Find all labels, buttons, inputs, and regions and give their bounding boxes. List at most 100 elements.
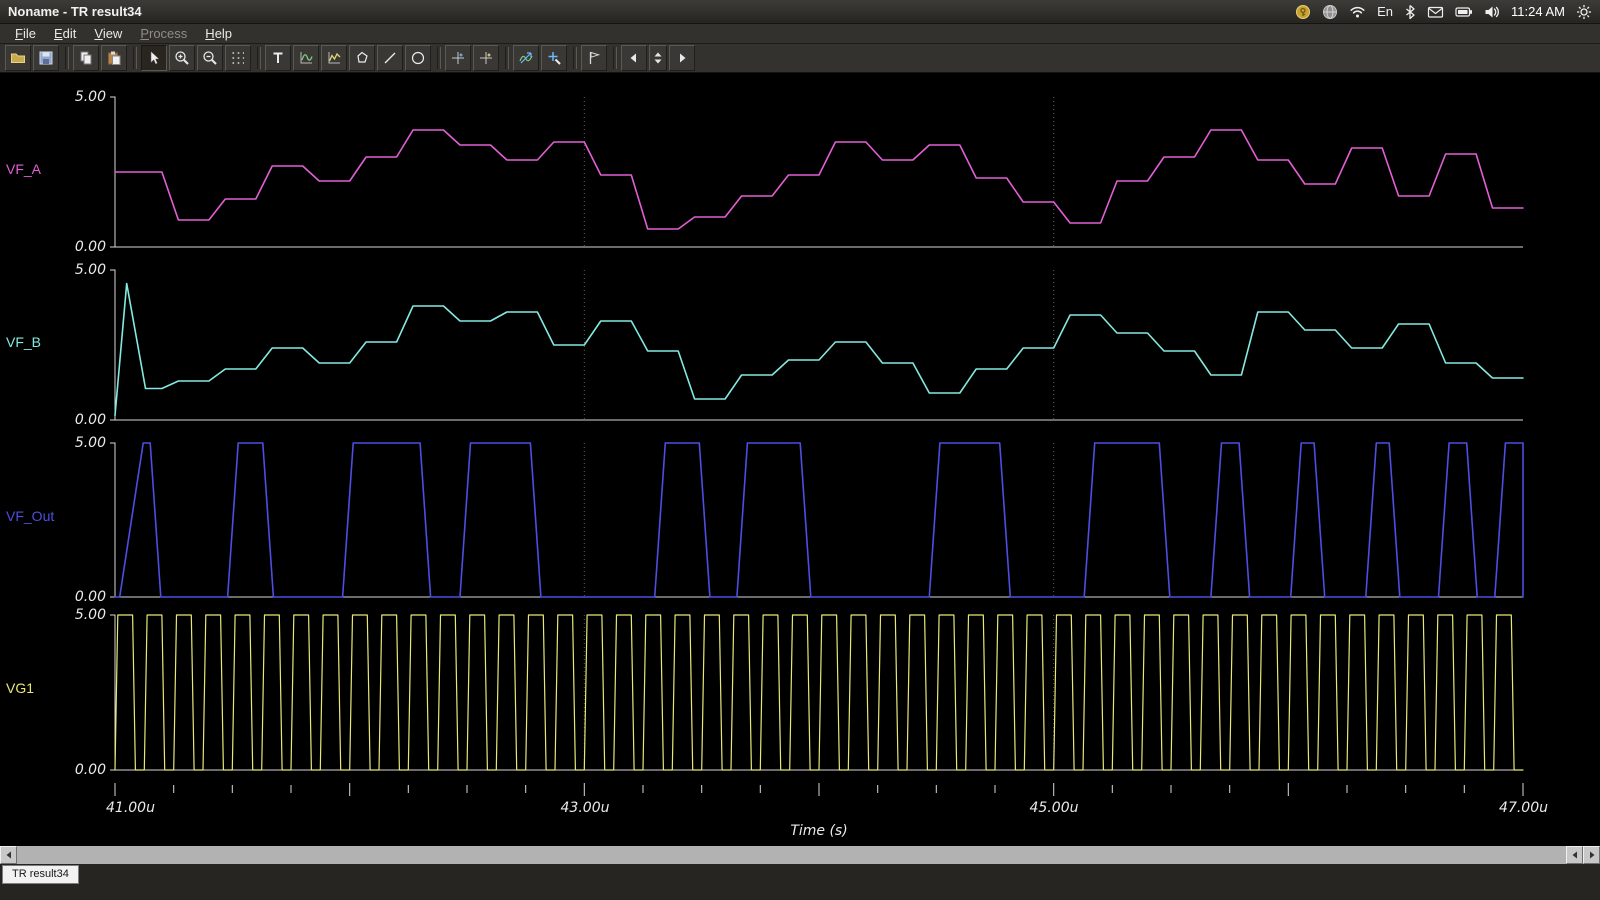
window-title: Noname - TR result34 [8,4,142,19]
scroll-left-button-2[interactable] [1566,846,1583,864]
zoom-out-icon [202,50,218,66]
x-tick-label: 41.00u [106,800,155,816]
result-tab-bar: TR result34 [0,864,1600,900]
y-tick-label: 0.00 [0,239,106,255]
toolbar-separator [505,47,509,69]
grid-button[interactable] [225,45,251,71]
menu-view[interactable]: View [85,26,131,41]
green-curve-icon [298,50,314,66]
cursor-select-button[interactable] [141,45,167,71]
axes-tool-blue-button[interactable] [445,45,471,71]
line-tool-button[interactable] [377,45,403,71]
zoom-in-button[interactable] [169,45,195,71]
axes-cross-blue-icon [450,50,466,66]
menu-help[interactable]: Help [196,26,241,41]
waveform-canvas[interactable] [0,73,1600,846]
yellow-curve-icon [326,50,342,66]
menu-file[interactable]: File [6,26,45,41]
scroll-left-button[interactable] [0,846,17,864]
ellipse-tool-button[interactable] [405,45,431,71]
spinner-arrows-icon [652,50,664,66]
scroll-right-button[interactable] [1583,846,1600,864]
open-folder-icon [10,50,26,66]
application-window: Noname - TR result34 En 11:24 AM File Ed… [0,0,1600,900]
autoscale-button[interactable] [513,45,539,71]
next-page-button[interactable] [669,45,695,71]
line-icon [382,50,398,66]
axes-tool-yellow-button[interactable] [473,45,499,71]
menu-bar: File Edit View Process Help [0,24,1600,44]
language-indicator[interactable]: En [1377,4,1393,19]
save-button[interactable] [33,45,59,71]
right-arrow-icon [674,50,690,66]
system-panel: Noname - TR result34 En 11:24 AM [0,0,1600,24]
scroll-left-icon [5,851,13,859]
y-tick-label: 5.00 [0,262,106,278]
scrollbar-track[interactable] [17,846,1566,864]
mail-icon[interactable] [1427,5,1444,19]
polygon-tool-button[interactable] [349,45,375,71]
cursor-arrow-icon [146,50,162,66]
y-tick-label: 5.00 [0,435,106,451]
copy-icon [78,50,94,66]
tab-tr-result34[interactable]: TR result34 [2,865,79,884]
y-tick-label: 0.00 [0,412,106,428]
x-tick-label: 45.00u [1030,800,1079,816]
y-tick-label: 5.00 [0,607,106,623]
battery-icon[interactable] [1455,6,1473,18]
trace-label-vf-b: VF_B [6,334,41,350]
trace-label-vf-out: VF_Out [6,508,54,524]
autoscale-icon [518,50,534,66]
toolbar-separator [257,47,261,69]
copy-button[interactable] [73,45,99,71]
y-tick-label: 5.00 [0,89,106,105]
toolbar-separator [437,47,441,69]
open-button[interactable] [5,45,31,71]
menu-edit[interactable]: Edit [45,26,85,41]
menu-process: Process [131,26,196,41]
zoom-out-button[interactable] [197,45,223,71]
volume-icon[interactable] [1484,5,1500,19]
waveform-plot-area[interactable]: VF_A VF_B VF_Out VG1 5.00 0.00 5.00 0.00… [0,73,1600,846]
scroll-right-icon [1588,851,1596,859]
x-tick-label: 43.00u [561,800,610,816]
add-cursor-icon [546,50,562,66]
clock[interactable]: 11:24 AM [1511,4,1565,19]
grid-dots-icon [230,50,246,66]
polygon-icon [354,50,370,66]
horizontal-scrollbar[interactable] [0,846,1600,864]
trace-label-vf-a: VF_A [6,161,41,177]
paste-icon [106,50,122,66]
axes-cross-yellow-icon [478,50,494,66]
toolbar-separator [133,47,137,69]
prev-page-button[interactable] [621,45,647,71]
toolbar-separator [613,47,617,69]
y-tick-label: 0.00 [0,589,106,605]
marker-flag-button[interactable] [581,45,607,71]
curve-tool-green-button[interactable] [293,45,319,71]
toolbar-separator [65,47,69,69]
network-icon[interactable] [1322,4,1338,20]
scroll-left-icon [1571,851,1579,859]
toolbar-separator [573,47,577,69]
save-disk-icon [38,50,54,66]
ellipse-icon [410,50,426,66]
x-tick-label: 47.00u [1499,800,1548,816]
keyring-icon[interactable] [1295,4,1311,20]
power-icon[interactable] [1576,4,1592,20]
text-tool-icon [270,50,286,66]
x-axis-title: Time (s) [19,823,1600,839]
zoom-in-icon [174,50,190,66]
paste-button[interactable] [101,45,127,71]
system-tray: En 11:24 AM [1295,4,1592,20]
add-cursor-button[interactable] [541,45,567,71]
toolbar [0,44,1600,73]
bluetooth-icon[interactable] [1404,4,1416,20]
page-spinner[interactable] [649,45,667,71]
curve-tool-yellow-button[interactable] [321,45,347,71]
wifi-icon[interactable] [1349,4,1366,19]
y-tick-label: 0.00 [0,762,106,778]
trace-label-vg1: VG1 [6,680,34,696]
flag-icon [586,50,602,66]
text-tool-button[interactable] [265,45,291,71]
